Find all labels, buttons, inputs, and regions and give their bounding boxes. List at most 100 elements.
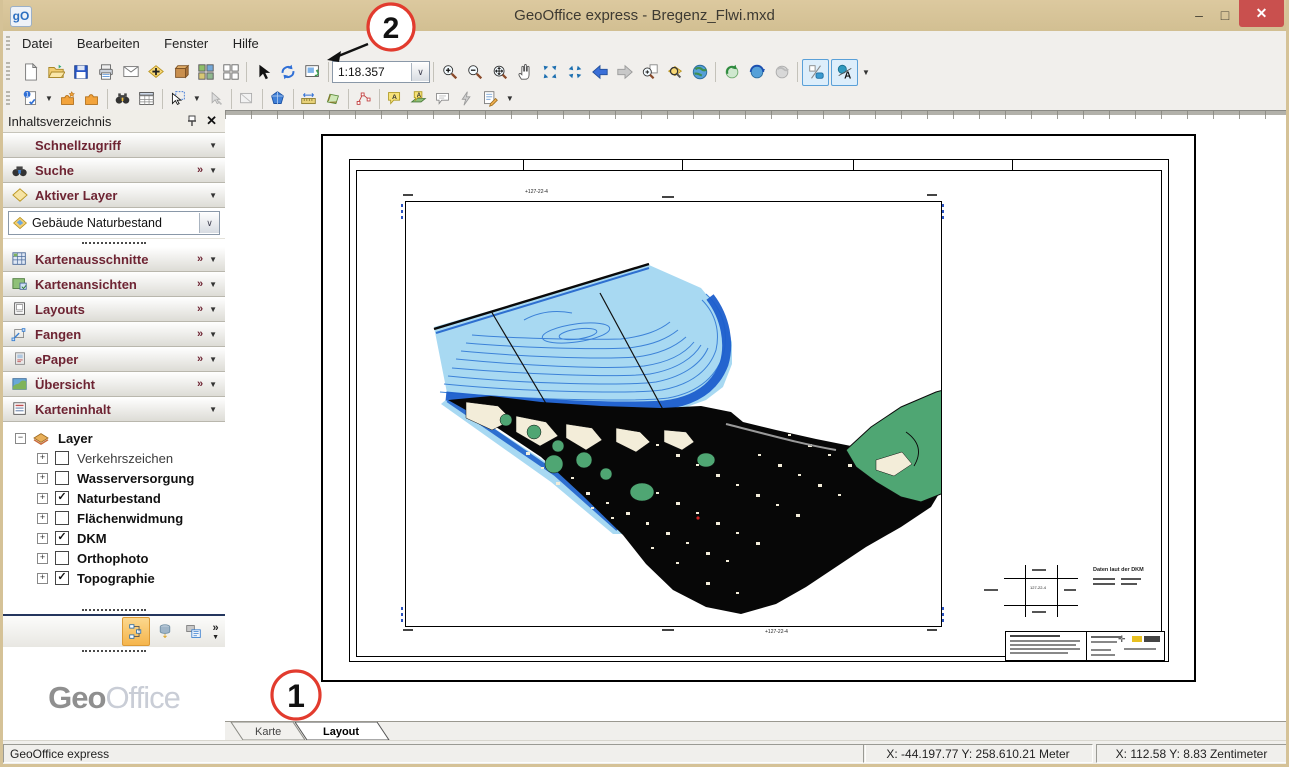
expand-icon[interactable]: »	[197, 278, 203, 290]
label-layer-button[interactable]: A	[407, 88, 431, 109]
panel-schnellzugriff[interactable]: Schnellzugriff ▼	[3, 133, 225, 158]
scale-dropdown-button[interactable]: ∨	[411, 63, 429, 81]
panel-karteninhalt[interactable]: Karteninhalt ▼	[3, 397, 225, 422]
panel-kartenausschnitte[interactable]: Kartenausschnitte »▼	[3, 247, 225, 272]
toolbar-grip[interactable]	[6, 62, 10, 82]
open-button[interactable]	[43, 60, 68, 85]
layer-root-label[interactable]: Layer	[58, 431, 93, 446]
attribute-table-button[interactable]	[135, 88, 159, 109]
layer-label[interactable]: Verkehrszeichen	[77, 451, 173, 466]
layer-label[interactable]: DKM	[77, 531, 107, 546]
tab-karte-label[interactable]: Karte	[255, 726, 281, 738]
layer-row[interactable]: + Wasserversorgung	[3, 468, 225, 488]
layer-label[interactable]: Orthophoto	[77, 551, 148, 566]
map-book-button[interactable]	[193, 60, 218, 85]
tile-windows-button[interactable]	[218, 60, 243, 85]
chevron-down-icon[interactable]: ▼	[209, 405, 217, 414]
map-data-frame[interactable]	[405, 201, 942, 627]
layer-label[interactable]: Topographie	[77, 571, 155, 586]
layer-checkbox[interactable]: ✓	[55, 491, 69, 505]
layer-label[interactable]: Wasserversorgung	[77, 471, 194, 486]
lightning-disabled-button[interactable]	[455, 88, 479, 109]
expand-icon[interactable]: »	[197, 378, 203, 390]
chevron-down-icon[interactable]: ▼	[209, 305, 217, 314]
layer-checkbox[interactable]	[55, 471, 69, 485]
expand-expander[interactable]: +	[37, 513, 48, 524]
layer-row[interactable]: + ✓ Naturbestand	[3, 488, 225, 508]
layer-row[interactable]: + Flächenwidmung	[3, 508, 225, 528]
expand-expander[interactable]: +	[37, 473, 48, 484]
scale-combobox[interactable]: 1:18.357 ∨	[332, 61, 430, 83]
panel-epaper[interactable]: ePaper »▼	[3, 347, 225, 372]
expand-icon[interactable]: »	[197, 253, 203, 265]
package-button[interactable]	[168, 60, 193, 85]
zoom-to-selection-button[interactable]	[637, 60, 662, 85]
measure-area-button[interactable]	[321, 88, 345, 109]
edit-form-button[interactable]	[479, 88, 503, 109]
save-button[interactable]	[68, 60, 93, 85]
layer-checkbox[interactable]: ✓	[55, 571, 69, 585]
zoom-full-extent-button[interactable]	[487, 60, 512, 85]
refresh-button[interactable]	[275, 60, 300, 85]
expand-expander[interactable]: +	[37, 553, 48, 564]
expand-expander[interactable]: +	[37, 533, 48, 544]
scale-value[interactable]: 1:18.357	[333, 65, 411, 79]
active-layer-value[interactable]: Gebäude Naturbestand	[28, 216, 199, 230]
layer-checkbox[interactable]	[55, 451, 69, 465]
chevron-down-icon[interactable]: ▼	[209, 191, 217, 200]
expand-expander[interactable]: +	[37, 573, 48, 584]
toolbar2-more-dropdown[interactable]: ▼	[503, 94, 517, 103]
layer-checkbox[interactable]	[55, 511, 69, 525]
new-project-button[interactable]	[56, 88, 80, 109]
add-data-button[interactable]	[143, 60, 168, 85]
chevron-down-icon[interactable]: ▼	[212, 634, 219, 641]
layer-checkbox[interactable]	[55, 551, 69, 565]
collapse-expander[interactable]: −	[15, 433, 26, 444]
chevron-down-icon[interactable]: ▼	[209, 380, 217, 389]
print-button[interactable]	[93, 60, 118, 85]
selection-order-button[interactable]	[180, 618, 206, 645]
document-options-dropdown[interactable]: ▼	[42, 94, 56, 103]
layer-row[interactable]: + ✓ DKM	[3, 528, 225, 548]
new-document-button[interactable]	[18, 60, 43, 85]
zoom-in-button[interactable]	[437, 60, 462, 85]
layer-row[interactable]: +Verkehrszeichen	[3, 448, 225, 468]
sketch-vertices-button[interactable]	[352, 88, 376, 109]
layer-label[interactable]: Flächenwidmung	[77, 511, 183, 526]
toolbar-grip[interactable]	[6, 91, 10, 107]
layout-canvas[interactable]: +127-22-4 +127-22-4 127-22-4 Daten laut …	[225, 110, 1286, 722]
select-graphics-dropdown[interactable]: ▼	[190, 94, 204, 103]
identify-button[interactable]	[662, 60, 687, 85]
source-order-button[interactable]	[152, 618, 178, 645]
chevron-down-icon[interactable]: ▼	[209, 255, 217, 264]
menu-datei[interactable]: Datei	[12, 31, 62, 56]
refresh-map-button[interactable]	[719, 60, 744, 85]
chevron-down-icon[interactable]: ▼	[209, 330, 217, 339]
toggle-draft-mode-button[interactable]	[802, 59, 829, 86]
active-layer-dropdown-button[interactable]: ∨	[199, 213, 219, 233]
panel-fangen[interactable]: Fangen »▼	[3, 322, 225, 347]
chevron-down-icon[interactable]: ▼	[209, 166, 217, 175]
toolbar-grip[interactable]	[6, 36, 10, 52]
panel-suche[interactable]: Suche »▼	[3, 158, 225, 183]
expand-icon[interactable]: »	[197, 164, 203, 176]
panel-aktiver-layer[interactable]: Aktiver Layer ▼	[3, 183, 225, 208]
label-button[interactable]: A	[383, 88, 407, 109]
layer-checkbox[interactable]: ✓	[55, 531, 69, 545]
comment-button[interactable]	[431, 88, 455, 109]
expand-icon[interactable]: »	[197, 353, 203, 365]
expand-icon[interactable]: »	[197, 328, 203, 340]
expand-expander[interactable]: +	[37, 493, 48, 504]
minimize-button[interactable]: –	[1186, 8, 1212, 24]
layer-tree-root[interactable]: − Layer	[3, 428, 225, 448]
layer-label[interactable]: Naturbestand	[77, 491, 161, 506]
back-button[interactable]	[587, 60, 612, 85]
chevron-down-icon[interactable]: ▼	[209, 280, 217, 289]
pan-button[interactable]	[512, 60, 537, 85]
document-options-button[interactable]: 1	[18, 88, 42, 109]
chevron-down-icon[interactable]: ▼	[209, 355, 217, 364]
close-button[interactable]: ✕	[1239, 0, 1284, 27]
layer-row[interactable]: + Orthophoto	[3, 548, 225, 568]
toggle-labels-button[interactable]: A	[831, 59, 858, 86]
close-panel-icon[interactable]: ✕	[206, 113, 217, 129]
